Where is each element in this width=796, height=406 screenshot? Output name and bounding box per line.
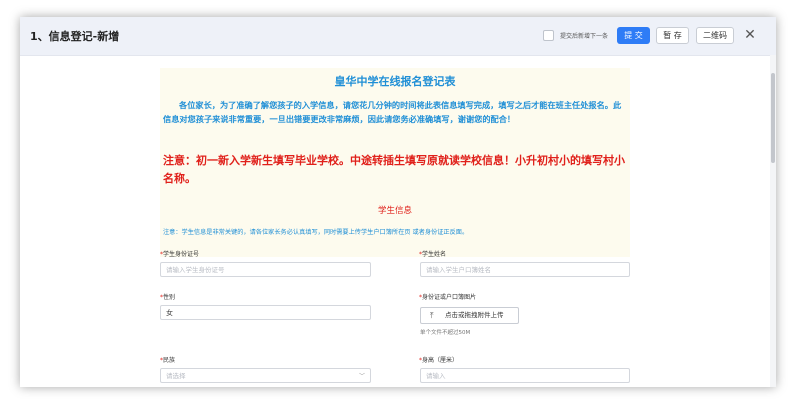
name-input[interactable]: 请输入学生户口簿姓名 [420,262,630,277]
chevron-down-icon: ﹀ [358,373,365,380]
upload-icon: ⤒ [430,311,434,320]
id-card-label: *学生身份证号 [160,249,199,258]
height-input[interactable]: 请输入 [420,368,630,383]
ethnicity-placeholder: 请选择 [166,372,186,380]
ethnicity-select[interactable]: 请选择 ﹀ [160,368,371,383]
notice-panel: 皇华中学在线报名登记表 各位家长，为了准确了解您孩子的入学信息，请您花几分钟的时… [160,68,630,257]
upload-hint: 单个文件不超过50M [420,330,471,336]
id-card-input[interactable]: 请输入学生身份证号 [160,262,371,277]
qr-code-button[interactable]: 二维码 [696,27,734,44]
height-placeholder: 请输入 [426,372,446,380]
height-label: *身高（厘米） [419,355,458,364]
gender-label-text: 性别 [163,294,176,301]
name-placeholder: 请输入学生户口簿姓名 [426,266,491,274]
save-draft-button[interactable]: 暂 存 [656,27,689,44]
id-card-label-text: 学生身份证号 [163,251,200,258]
form-title: 皇华中学在线报名登记表 [334,75,456,88]
upload-button[interactable]: ⤒ 点击或拖拽附件上传 [420,307,519,324]
id-photo-label-text: 身份证或户口簿图片 [422,294,477,301]
height-label-text: 身高（厘米） [422,357,459,364]
submit-and-next-label: 提交后新增下一条 [560,33,609,40]
gender-value: 女 [166,309,173,317]
id-card-placeholder: 请输入学生身份证号 [166,266,225,274]
ethnicity-label-text: 民族 [163,357,176,364]
gender-label: *性别 [160,292,175,301]
close-icon[interactable]: ✕ [742,27,758,43]
submit-and-next-checkbox[interactable] [543,30,554,41]
submit-and-next-option[interactable]: 提交后新增下一条 [543,30,608,41]
notice-intro: 各位家长，为了准确了解您孩子的入学信息，请您花几分钟的时间将此表信息填写完成，填… [163,100,622,124]
id-photo-label: *身份证或户口簿图片 [419,292,476,301]
name-label-text: 学生姓名 [422,251,447,258]
submit-button[interactable]: 提 交 [617,27,650,44]
scrollbar[interactable] [770,55,776,387]
upload-button-label: 点击或拖拽附件上传 [445,311,504,319]
gender-input[interactable]: 女 [160,305,371,320]
ethnicity-label: *民族 [160,355,175,364]
name-label: *学生姓名 [419,249,446,258]
dialog-title: 1、信息登记-新增 [30,30,120,43]
scrollbar-thumb[interactable] [771,73,775,163]
section-title: 学生信息 [377,206,412,216]
section-note: 注意：学生信息是非常关键的，请各位家长务必认真填写，同时需要上传学生户口簿所在页… [163,229,469,236]
dialog-header: 1、信息登记-新增 提交后新增下一条 提 交 暂 存 二维码 ✕ [20,17,776,56]
dialog: 1、信息登记-新增 提交后新增下一条 提 交 暂 存 二维码 ✕ 皇华中学在线报… [20,17,776,387]
notice-warning: 注意：初一新入学新生填写毕业学校。中途转插生填写原就读学校信息！小升初村小的填写… [163,154,625,185]
